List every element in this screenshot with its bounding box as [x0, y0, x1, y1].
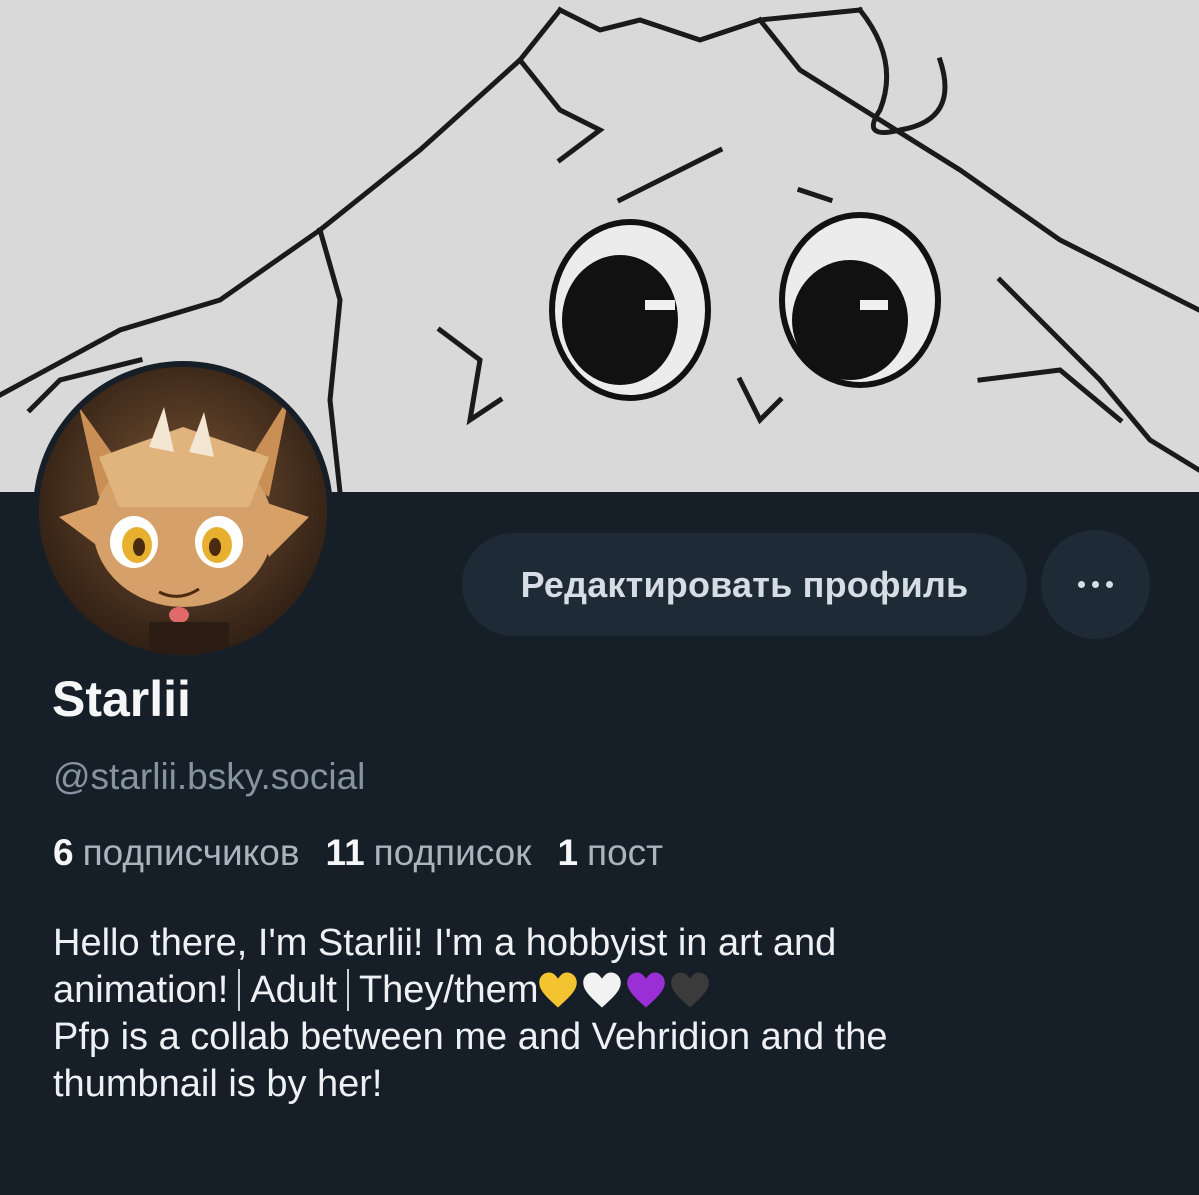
following-stat[interactable]: 11 подписок: [326, 832, 532, 874]
purple-heart-icon: [627, 972, 666, 1008]
bio-line-2: animation! Adult They/them: [53, 967, 1163, 1014]
yellow-heart-icon: [539, 972, 578, 1008]
bio-separator: [238, 969, 241, 1011]
bio-line-1: Hello there, I'm Starlii! I'm a hobbyist…: [53, 922, 837, 964]
more-horizontal-icon: [1078, 581, 1085, 588]
more-horizontal-icon-dot: [1092, 581, 1099, 588]
avatar-image: [39, 367, 327, 655]
black-heart-icon: [671, 972, 710, 1008]
posts-count: 1: [557, 832, 579, 873]
display-name: Starlii: [52, 671, 191, 727]
followers-stat[interactable]: 6 подписчиков: [53, 832, 300, 874]
more-horizontal-icon-dot: [1106, 581, 1113, 588]
following-label: подписок: [373, 832, 532, 873]
white-heart-icon: [583, 972, 622, 1008]
following-count: 11: [325, 832, 365, 873]
followers-count: 6: [53, 832, 74, 873]
followers-label: подписчиков: [82, 832, 300, 873]
avatar[interactable]: [33, 361, 333, 661]
profile-bio: Hello there, I'm Starlii! I'm a hobbyist…: [53, 920, 1163, 1108]
bio-line-3: Pfp is a collab between me and Vehridion…: [53, 1016, 888, 1058]
bio-text-animation: animation!: [53, 969, 229, 1011]
profile-stats: 6 подписчиков 11 подписок 1 пост: [53, 832, 663, 874]
bio-text-adult: Adult: [250, 969, 337, 1011]
edit-profile-button[interactable]: Редактировать профиль: [462, 533, 1027, 636]
profile-handle: @starlii.bsky.social: [53, 756, 366, 797]
posts-label: пост: [587, 832, 664, 873]
bio-text-pronouns: They/them: [358, 969, 539, 1011]
bio-line-4: thumbnail is by her!: [53, 1063, 383, 1105]
more-options-button[interactable]: [1041, 530, 1150, 639]
bio-separator: [346, 969, 349, 1011]
posts-stat: 1 пост: [557, 832, 663, 874]
